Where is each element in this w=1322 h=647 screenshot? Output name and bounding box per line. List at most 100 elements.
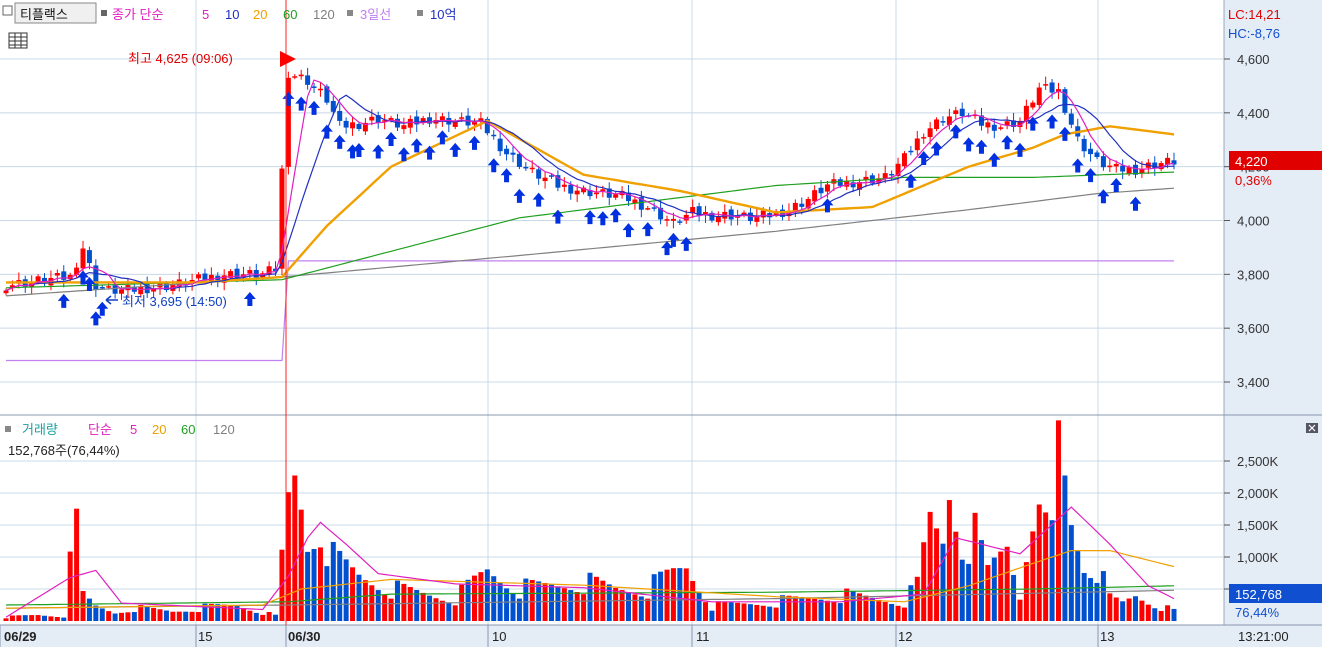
candle-body-174 [1120,165,1126,172]
volume-bar-21 [138,605,144,621]
time-tick-label-4: 11 [696,629,710,644]
volume-bar-72 [465,579,471,621]
vma20-label[interactable]: 20 [152,422,166,437]
candle-body-36 [234,268,240,279]
volume-bar-65 [420,592,426,621]
volume-bar-127 [818,599,824,621]
price-tick-label-4: 3,800 [1237,267,1270,282]
volume-tick-label-2: 1,500K [1237,518,1279,533]
volume-bar-92 [593,576,599,621]
current-price: 4,220 [1235,154,1268,169]
candle-body-82 [529,167,535,170]
candle-body-95 [613,194,619,198]
amount-label[interactable]: 10억 [430,7,456,22]
volume-bar-20 [131,612,137,621]
volume-bar-53 [343,559,349,621]
volume-bar-5 [35,615,41,621]
close-ma-label[interactable]: 종가 단순 [112,7,163,22]
ma20-label[interactable]: 20 [253,7,267,22]
candle-body-145 [934,119,940,130]
volume-bar-140 [901,607,907,621]
volume-bar-122 [786,595,792,621]
candle-body-169 [1088,148,1094,155]
line3-label[interactable]: 3일선 [360,7,391,22]
volume-bar-176 [1132,596,1138,621]
candle-body-154 [991,124,997,131]
stock-chart[interactable]: 4,6004,4004,2004,0003,8003,6003,400 2,50… [0,0,1322,647]
candle-body-84 [542,177,548,182]
candle-body-0 [3,290,9,294]
volume-bar-103 [664,569,670,621]
volume-bar-85 [548,584,554,621]
volume-bar-39 [253,612,259,621]
candle-body-62 [401,125,407,130]
volume-bar-17 [112,613,118,621]
candle-body-123 [792,202,798,211]
volume-bar-19 [125,612,131,621]
ticker-checkbox-icon[interactable] [2,5,13,16]
candle-body-63 [407,118,413,128]
volume-label[interactable]: 거래량 [22,422,58,437]
candle-body-13 [86,250,92,264]
volume-bar-170 [1094,582,1100,621]
volume-bar-81 [523,578,529,621]
volume-bar-123 [792,596,798,621]
volume-bar-7 [48,616,54,621]
candle-body-44 [285,77,291,167]
volume-bar-70 [452,605,458,621]
volume-bar-143 [921,542,927,621]
ma10-label[interactable]: 10 [225,7,239,22]
candle-body-160 [1030,102,1036,108]
ma120-label[interactable]: 120 [313,7,335,22]
volume-bar-163 [1049,520,1055,621]
vma5-label[interactable]: 5 [130,422,137,437]
volume-bar-175 [1126,598,1132,621]
volume-bar-112 [722,601,728,621]
volume-bar-61 [394,580,400,621]
candle-body-173 [1113,163,1119,167]
ma60-label[interactable]: 60 [283,7,297,22]
volume-bar-56 [362,580,368,621]
volume-ma-label[interactable]: 단순 [88,422,112,437]
volume-bar-116 [747,604,753,621]
candle-body-52 [337,110,343,121]
candle-body-45 [292,76,298,78]
candle-body-85 [548,175,554,177]
volume-bar-88 [568,590,574,621]
candle-body-130 [837,179,843,186]
low-annotation: 최저 3,695 (14:50) [122,294,227,309]
volume-bar-105 [677,568,683,621]
vma60-label[interactable]: 60 [181,422,195,437]
candle-body-103 [664,219,670,221]
ma5-label[interactable]: 5 [202,7,209,22]
candle-body-163 [1049,82,1055,93]
volume-bar-128 [824,600,830,621]
volume-bar-38 [247,610,253,621]
volume-bar-59 [382,594,388,621]
candle-body-113 [728,209,734,220]
volume-bar-171 [1100,571,1106,621]
volume-bar-8 [54,617,60,621]
grid-table-icon[interactable] [8,32,28,49]
volume-bar-181 [1165,605,1171,621]
candle-body-144 [927,128,933,138]
candle-body-162 [1043,84,1049,86]
candle-body-48 [311,86,317,88]
volume-bar-9 [61,617,67,621]
volume-bar-96 [619,590,625,621]
candle-body-141 [908,150,914,153]
volume-bar-33 [215,604,221,621]
vma120-label[interactable]: 120 [213,422,235,437]
candle-body-126 [812,190,818,202]
volume-bar-28 [183,611,189,621]
volume-bar-168 [1081,573,1087,621]
volume-bar-106 [683,568,689,621]
volume-bar-153 [985,565,991,621]
volume-bar-2 [16,615,22,621]
lc-label: LC:14,21 [1228,7,1281,22]
volume-bar-79 [510,593,516,621]
volume-bar-12 [80,591,86,621]
volume-bar-67 [433,598,439,621]
candle-body-161 [1036,87,1042,106]
volume-bar-15 [99,608,105,621]
